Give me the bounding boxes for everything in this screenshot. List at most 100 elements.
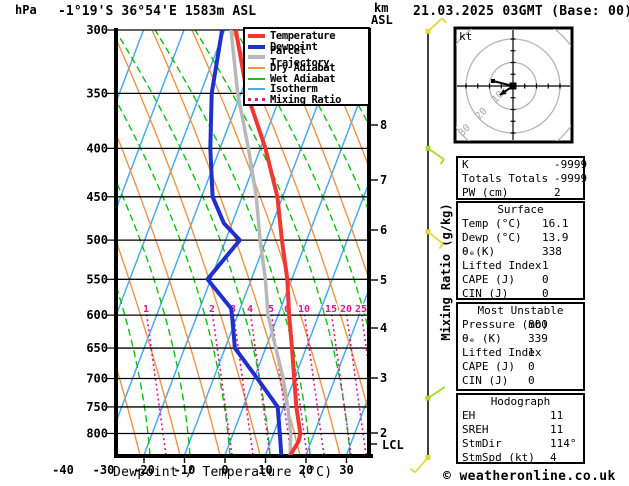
info-row-label: StmDir: [462, 437, 502, 450]
info-row-value: 11: [550, 409, 564, 422]
info-row: SREH 11: [458, 423, 583, 437]
km-tick-label: 6: [380, 223, 387, 237]
info-row-value: 1: [528, 346, 535, 359]
mixing-ratio-labels: 1 2 3 4 5 6 10 15 20 25: [141, 303, 368, 317]
info-row-value: -9999: [554, 172, 588, 185]
km-tick-label: 3: [380, 371, 387, 385]
run-datetime: 21.03.2025 03GMT (Base: 00): [413, 4, 629, 19]
pressure-tick-label: 450: [86, 190, 108, 204]
wind-barb-flag: [409, 467, 416, 474]
km-tick-label: 5: [380, 273, 387, 287]
info-row-value: 338: [542, 245, 562, 258]
info-row-label: K: [462, 158, 469, 171]
x-axis-title: Dewpoint / Temperature (°C): [113, 465, 333, 480]
info-panel-surface: Surface Temp (°C) 16.1 Dewp (°C) 13.9 θₑ(K) 33…: [456, 201, 585, 300]
legend-label: Mixing Ratio: [270, 93, 342, 106]
info-row-label: CIN (J): [462, 287, 509, 300]
site-credit: © weatheronline.co.uk: [443, 469, 616, 484]
info-row-value: 114°: [550, 437, 577, 450]
legend-swatch: [248, 67, 265, 70]
info-panel-most-unstable: Most Unstable Pressure (mb) 800 θₑ (K) 339 Li…: [456, 302, 585, 391]
wind-barb-column: [409, 17, 447, 474]
wind-barb-shaft: [414, 456, 429, 474]
legend-swatch: [248, 98, 265, 102]
hodograph-unit-label: kt: [459, 30, 473, 43]
pressure-tick-label: 300: [86, 23, 108, 37]
km-tick-label: 7: [380, 173, 387, 187]
pressure-tick-label: 550: [86, 272, 108, 286]
info-panel-header: Most Unstable: [477, 304, 564, 317]
info-row-value: -9999: [554, 158, 588, 171]
wind-barb-shaft: [427, 386, 446, 399]
info-row-value: 0: [528, 374, 535, 387]
info-row-label: PW (cm): [462, 186, 509, 199]
info-row: K -9999: [458, 158, 587, 172]
info-row-label: Dewp (°C): [462, 231, 522, 244]
info-row-label: Temp (°C): [462, 217, 522, 230]
legend-swatch: [248, 44, 265, 49]
info-row-value: 339: [528, 332, 548, 345]
info-row: Dewp (°C) 13.9: [458, 231, 583, 245]
pressure-unit-label: hPa: [15, 3, 37, 17]
info-row-label: StmSpd (kt): [462, 451, 535, 464]
info-row-label: CAPE (J): [462, 360, 515, 373]
info-row-label: SREH: [462, 423, 489, 436]
info-row-label: CIN (J): [462, 374, 509, 387]
info-row-label: θₑ(K): [462, 245, 496, 258]
mixing-ratio-label: 15: [325, 304, 337, 315]
info-row: Pressure (mb) 800: [458, 318, 583, 332]
km-tick-label: 8: [380, 118, 387, 132]
legend-item: Mixing Ratio: [248, 93, 368, 106]
info-row: StmDir 114°: [458, 437, 583, 451]
mixing-ratio-label: 25: [355, 304, 367, 315]
info-row: EH 11: [458, 409, 583, 423]
info-row-label: Lifted Index: [462, 259, 542, 272]
info-row-value: 1: [542, 259, 549, 272]
altitude-unit-asl: ASL: [371, 13, 393, 27]
legend-swatch: [248, 55, 265, 60]
info-row: CIN (J) 0: [458, 374, 583, 388]
legend-swatch: [248, 88, 265, 91]
km-tick-label: 4: [380, 321, 387, 335]
info-row-value: 0: [528, 360, 535, 373]
info-row-value: 800: [528, 318, 548, 331]
pressure-tick-label: 700: [86, 372, 108, 386]
temp-tick-label: 30: [339, 463, 353, 477]
info-row-label: CAPE (J): [462, 273, 515, 286]
info-panel-indices: K -9999 Totals Totals -9999 PW (cm) 2: [456, 156, 588, 200]
pressure-tick-label: 800: [86, 426, 108, 440]
info-panel-header: Surface: [497, 203, 544, 216]
info-row: StmSpd (kt) 4: [458, 451, 583, 465]
lcl-label: LCL: [382, 438, 404, 452]
pressure-tick-label: 400: [86, 141, 108, 155]
wind-barb-flag: [439, 158, 445, 165]
info-row-value: 13.9: [542, 231, 569, 244]
legend: Temperature Dewpoint Parcel Trajectory Dry …: [243, 27, 370, 106]
pressure-tick-label: 500: [86, 233, 108, 247]
legend-swatch: [248, 77, 265, 80]
mixing-axis-title: Mixing Ratio (g/kg): [439, 203, 453, 340]
info-row-label: EH: [462, 409, 476, 422]
info-row: CAPE (J) 0: [458, 273, 583, 287]
wind-barb-shaft: [427, 147, 445, 161]
info-row: CAPE (J) 0: [458, 360, 583, 374]
info-row: PW (cm) 2: [458, 186, 583, 200]
info-panel-header: Hodograph: [490, 395, 551, 408]
info-row: Lifted Index 1: [458, 259, 583, 273]
legend-swatch: [248, 34, 265, 39]
info-row-value: 11: [550, 423, 564, 436]
pressure-tick-label: 600: [86, 308, 108, 322]
info-row: Temp (°C) 16.1: [458, 217, 583, 231]
station-title: -1°19'S 36°54'E 1583m ASL: [58, 4, 257, 19]
altitude-axis: 8765432LCL: [371, 118, 404, 452]
info-row: θₑ(K) 338: [458, 245, 583, 259]
mixing-ratio-label: 2: [209, 304, 215, 315]
skewt-sounding-page: 300 350 400 450 500 550 600 650 700 750 800 1 2 3 4 5 6 1…: [0, 0, 629, 486]
pressure-tick-label: 350: [86, 86, 108, 100]
info-row-value: 16.1: [542, 217, 569, 230]
wind-barb-shaft: [427, 17, 443, 33]
mixing-ratio-label: 1: [143, 304, 149, 315]
temp-tick-label: -30: [93, 463, 115, 477]
mixing-ratio-label: 4: [247, 304, 253, 315]
info-row: CIN (J) 0: [458, 287, 583, 301]
